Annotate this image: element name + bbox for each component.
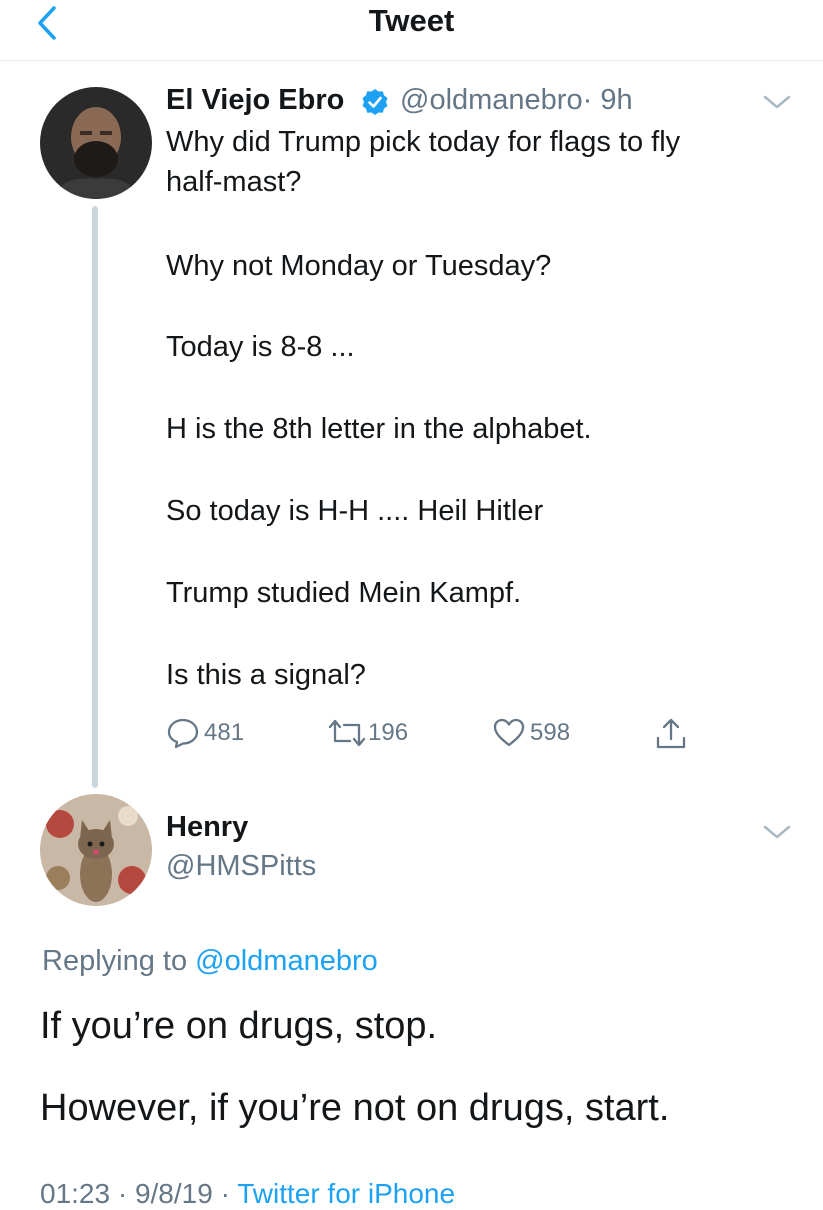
share-button[interactable] <box>654 716 688 752</box>
page-title: Tweet <box>368 3 455 38</box>
tweet-time: · 9h <box>582 84 633 116</box>
caret-down-icon[interactable] <box>762 822 792 842</box>
like-icon <box>493 718 525 747</box>
replying-to-label: Replying to <box>42 945 188 977</box>
top-nav-bar: Tweet <box>0 0 823 61</box>
thread-connector-line <box>92 206 98 788</box>
author-handle[interactable]: @oldmanebro· 9h <box>400 84 633 117</box>
reply-timestamp: 01:23 · 9/8/19 · <box>40 1178 230 1209</box>
tweet-text-line: H is the 8th letter in the alphabet. <box>166 413 592 445</box>
retweet-count: 196 <box>368 719 409 746</box>
tweet-text-line: Trump studied Mein Kampf. <box>166 577 522 609</box>
share-icon <box>656 718 686 749</box>
reply-button[interactable]: 481 <box>166 716 244 750</box>
like-button[interactable]: 598 <box>492 716 570 750</box>
tweet-text-line: Is this a signal? <box>166 659 366 691</box>
author-name[interactable]: El Viejo Ebro <box>166 84 344 117</box>
reply-text-line: However, if you’re not on drugs, start. <box>40 1087 670 1129</box>
replying-to-mention[interactable]: @oldmanebro <box>195 945 378 977</box>
author-avatar[interactable] <box>40 87 152 199</box>
verified-badge-icon <box>362 89 388 115</box>
retweet-button[interactable]: 196 <box>326 716 408 750</box>
reply-source-link[interactable]: Twitter for iPhone <box>237 1178 455 1209</box>
reply-author-avatar[interactable] <box>40 794 152 906</box>
replying-to: Replying to @oldmanebro <box>42 945 378 978</box>
tweet-text-line: Today is 8-8 ... <box>166 331 355 363</box>
tweet-text-line: half-mast? <box>166 166 302 198</box>
tweet-text-line: Why not Monday or Tuesday? <box>166 250 552 282</box>
retweet-icon <box>328 719 366 747</box>
reply-author-name[interactable]: Henry <box>166 811 248 844</box>
reply-icon <box>167 718 199 749</box>
caret-down-icon[interactable] <box>762 92 792 112</box>
reply-author-handle[interactable]: @HMSPitts <box>166 850 316 883</box>
reply-count: 481 <box>204 719 245 746</box>
like-count: 598 <box>530 719 571 746</box>
reply-meta: 01:23 · 9/8/19 · Twitter for iPhone <box>40 1178 455 1210</box>
reply-text-line: If you’re on drugs, stop. <box>40 1005 438 1047</box>
tweet-text-line: So today is H-H .... Heil Hitler <box>166 495 544 527</box>
avatar-portrait-image <box>40 87 152 199</box>
avatar-cat-image <box>40 794 152 906</box>
author-handle-text: @oldmanebro <box>400 84 583 116</box>
tweet-text-line: Why did Trump pick today for flags to fl… <box>166 126 681 158</box>
